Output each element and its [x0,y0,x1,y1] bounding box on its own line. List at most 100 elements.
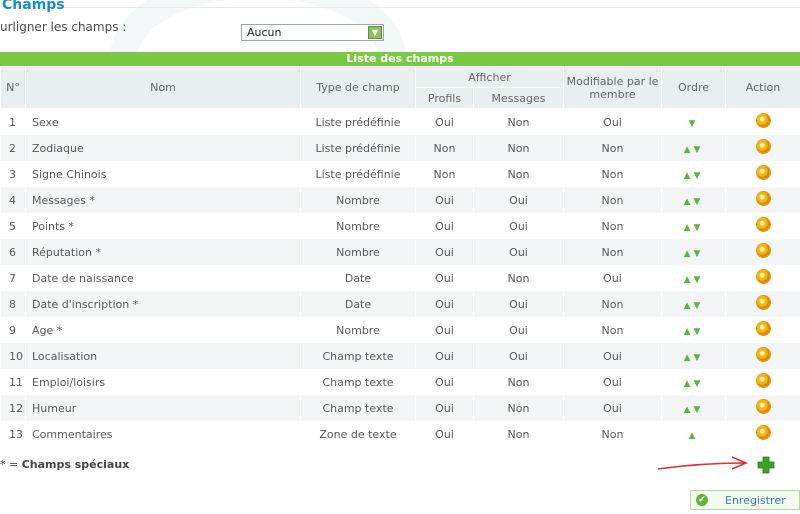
arrow-down-icon[interactable]: ▼ [694,301,704,311]
arrow-up-icon[interactable]: ▲ [689,431,699,441]
arrow-up-icon[interactable]: ▲ [684,145,694,155]
row-action [725,421,800,447]
arrow-up-icon[interactable]: ▲ [684,197,694,207]
row-messages: Oui [472,239,564,265]
row-messages: Non [472,108,564,135]
row-num: 8 [0,291,26,317]
arrow-up-icon[interactable]: ▲ [684,353,694,363]
row-type: Liste prédéfinie [300,135,416,161]
row-order: ▲▼ [661,161,726,187]
table-row: 3 Signe Chinois Liste prédéfinie Non Non Non ▲… [0,161,800,187]
row-modifiable: Oui [563,395,662,421]
arrow-down-icon[interactable]: ▼ [694,379,704,389]
gear-icon[interactable] [756,166,770,179]
row-profils: Oui [415,317,474,343]
arrow-down-icon[interactable]: ▼ [694,249,704,259]
row-num: 10 [0,343,26,369]
row-nom: Emploi/loisirs [25,369,301,395]
row-messages: Non [472,395,564,421]
table-row: 2 Zodiaque Liste prédéfinie Non Non Non ▲▼ [0,135,800,161]
gear-icon[interactable] [756,218,770,231]
row-modifiable: Non [563,213,662,239]
title-divider [64,7,800,8]
col-header-ordre: Ordre [661,66,727,109]
row-nom: Date de naissance [25,265,301,291]
row-order: ▲▼ [661,395,726,421]
row-messages: Oui [472,343,564,369]
row-type: Champ texte [300,343,416,369]
arrow-up-icon[interactable]: ▲ [684,171,694,181]
arrow-down-icon[interactable]: ▼ [694,197,704,207]
arrow-down-icon[interactable]: ▼ [694,405,704,415]
row-profils: Oui [415,421,474,447]
row-type: Zone de texte [300,421,416,447]
row-messages: Non [472,421,564,447]
row-action [725,369,800,395]
arrow-up-icon[interactable]: ▲ [684,405,694,415]
row-action [725,213,800,239]
row-type: Nombre [300,213,416,239]
row-nom: Humeur [25,395,301,421]
row-profils: Oui [415,187,474,213]
row-order: ▲▼ [661,343,726,369]
table-row: 10 Localisation Champ texte Oui Oui Oui ▲▼ [0,343,800,369]
row-profils: Oui [415,213,474,239]
row-num: 11 [0,369,26,395]
gear-icon[interactable] [756,426,770,439]
row-action [725,291,800,317]
row-order: ▲▼ [661,291,726,317]
special-fields-footnote: * = Champs spéciaux [0,458,129,471]
row-messages: Oui [472,291,564,317]
arrow-down-icon[interactable]: ▼ [694,145,704,155]
row-modifiable: Non [563,421,662,447]
row-num: 4 [0,187,26,213]
row-messages: Non [472,369,564,395]
row-action [725,187,800,213]
chevron-down-icon[interactable]: ▼ [368,26,382,39]
gear-icon[interactable] [756,296,770,309]
save-button[interactable]: ✔ Enregistrer [690,490,800,510]
row-modifiable: Oui [563,343,662,369]
arrow-up-icon[interactable]: ▲ [684,327,694,337]
arrow-up-icon[interactable]: ▲ [684,301,694,311]
gear-icon[interactable] [756,244,770,257]
arrow-down-icon[interactable]: ▼ [694,223,704,233]
gear-icon[interactable] [756,140,770,153]
highlight-fields-select[interactable]: Aucun ▼ [241,24,384,41]
gear-icon[interactable] [756,270,770,283]
fields-table: N° Nom Type de champ Afficher Modifiable… [0,66,800,447]
arrow-down-icon[interactable]: ▼ [689,119,699,129]
row-order: ▲▼ [661,369,726,395]
arrow-down-icon[interactable]: ▼ [694,275,704,285]
row-profils: Oui [415,369,474,395]
gear-icon[interactable] [756,374,770,387]
gear-icon[interactable] [756,400,770,413]
table-row: 12 Humeur Champ texte Oui Non Oui ▲▼ [0,395,800,421]
gear-icon[interactable] [756,322,770,335]
row-num: 2 [0,135,26,161]
gear-icon[interactable] [756,114,770,127]
row-type: Champ texte [300,395,416,421]
plus-icon[interactable] [757,456,775,474]
row-nom: Réputation * [25,239,301,265]
row-profils: Oui [415,239,474,265]
arrow-up-icon[interactable]: ▲ [684,379,694,389]
footnote-text: Champs spéciaux [21,458,130,471]
arrow-down-icon[interactable]: ▼ [694,327,704,337]
table-caption: Liste des champs [0,52,800,66]
row-action [725,161,800,187]
row-order: ▼ [661,108,726,135]
gear-icon[interactable] [756,192,770,205]
arrow-up-icon[interactable]: ▲ [684,223,694,233]
row-num: 12 [0,395,26,421]
arrow-up-icon[interactable]: ▲ [684,275,694,285]
save-label: Enregistrer [725,494,786,507]
col-header-nom: Nom [25,66,301,109]
arrow-down-icon[interactable]: ▼ [694,171,704,181]
row-messages: Non [472,135,564,161]
table-row: 11 Emploi/loisirs Champ texte Oui Non Oui ▲▼ [0,369,800,395]
gear-icon[interactable] [756,348,770,361]
row-profils: Oui [415,108,474,135]
arrow-up-icon[interactable]: ▲ [684,249,694,259]
arrow-down-icon[interactable]: ▼ [694,353,704,363]
